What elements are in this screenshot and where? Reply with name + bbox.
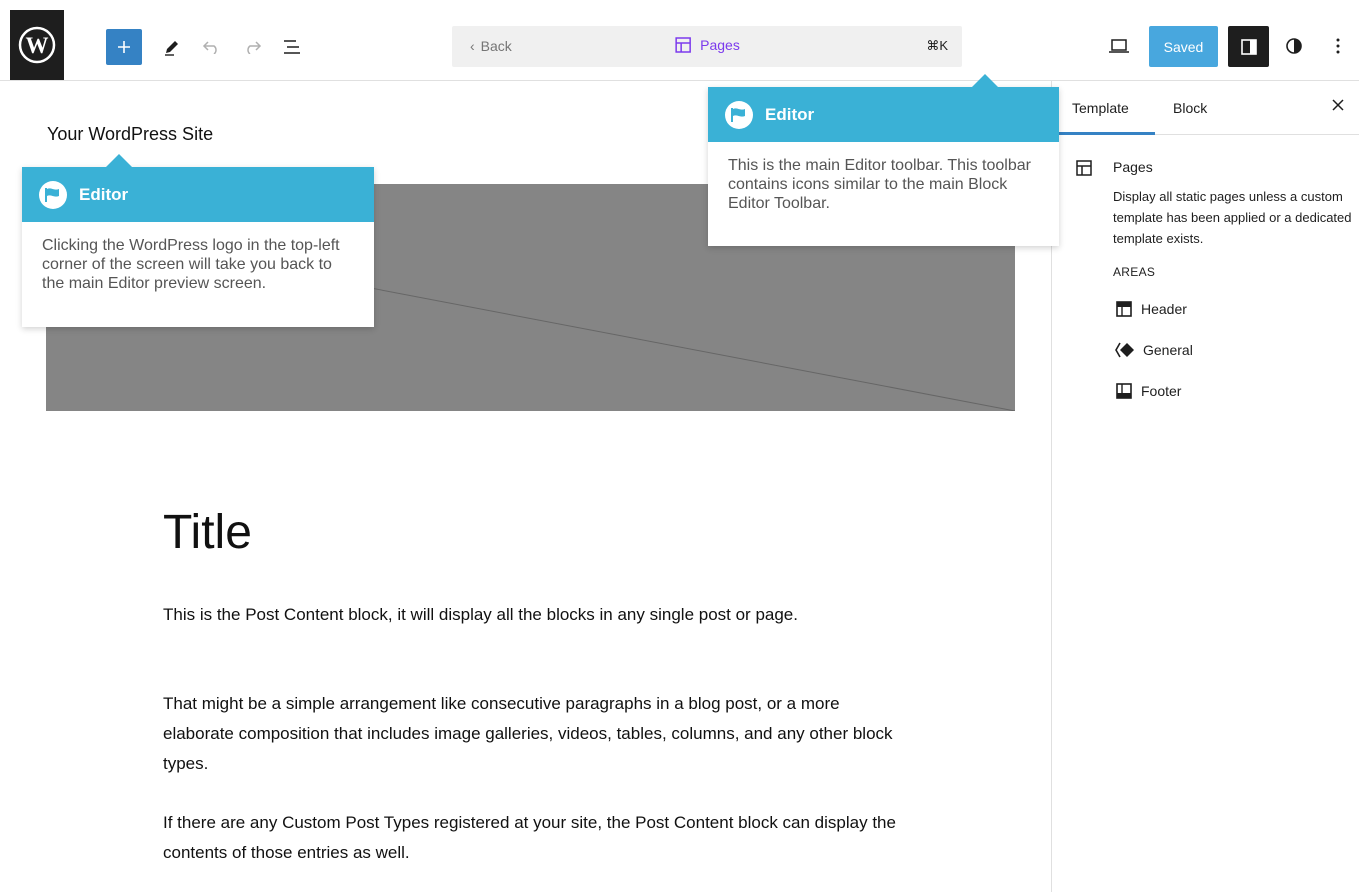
popover-arrow — [106, 154, 132, 167]
saved-button[interactable]: Saved — [1149, 26, 1218, 67]
header-icon — [1116, 301, 1132, 317]
list-view-icon — [284, 40, 300, 54]
device-preview-button[interactable] — [1106, 32, 1132, 60]
template-layout-icon — [1075, 159, 1093, 182]
diamond-icon — [1115, 342, 1134, 358]
popover-body: This is the main Editor toolbar. This to… — [728, 157, 1031, 212]
sidebar-tabs: Template Block — [1052, 81, 1359, 135]
active-tab-indicator — [1052, 132, 1155, 135]
area-label: Header — [1141, 301, 1187, 317]
settings-sidebar: Template Block Pages Display all static … — [1051, 81, 1359, 892]
wordpress-logo-button[interactable]: W — [10, 10, 64, 80]
redo-icon — [247, 41, 262, 54]
editor-toolbar: W ‹ Back Pages ⌘K Saved — [0, 0, 1359, 81]
tour-popover-toolbar: Editor This is the main Editor toolbar. … — [708, 74, 1059, 246]
page-layout-icon — [675, 37, 691, 53]
wordpress-logo-icon: W — [18, 26, 56, 64]
undo-icon — [202, 41, 217, 54]
template-title: Pages — [1113, 159, 1153, 175]
block-inserter-button[interactable] — [106, 29, 142, 65]
laptop-icon — [1109, 39, 1129, 53]
back-link[interactable]: ‹ Back — [470, 38, 512, 54]
command-label: Pages — [700, 37, 740, 53]
pencil-icon — [165, 41, 178, 56]
site-title[interactable]: Your WordPress Site — [47, 124, 213, 145]
area-item-footer[interactable]: Footer — [1115, 382, 1181, 400]
popover-arrow — [972, 74, 998, 87]
flag-icon — [39, 180, 67, 209]
paragraph[interactable]: That might be a simple arrangement like … — [163, 689, 903, 779]
half-circle-icon — [1286, 38, 1302, 54]
tools-button[interactable] — [160, 33, 184, 61]
more-options-button[interactable] — [1326, 32, 1350, 60]
areas-heading: AREAS — [1113, 265, 1156, 279]
more-vertical-icon — [1336, 38, 1340, 54]
area-item-header[interactable]: Header — [1115, 300, 1187, 318]
keyboard-shortcut: ⌘K — [926, 38, 948, 53]
back-label: Back — [480, 38, 512, 54]
styles-button[interactable] — [1282, 32, 1306, 60]
undo-button[interactable] — [200, 33, 224, 61]
svg-text:W: W — [26, 33, 49, 58]
tab-block[interactable]: Block — [1173, 100, 1207, 116]
flag-icon — [725, 100, 753, 129]
paragraph[interactable]: If there are any Custom Post Types regis… — [163, 808, 903, 868]
command-bar[interactable]: ‹ Back Pages ⌘K — [452, 26, 962, 67]
settings-toggle-button[interactable] — [1228, 26, 1269, 67]
popover-title: Editor — [79, 184, 129, 204]
close-sidebar-button[interactable] — [1331, 98, 1347, 116]
area-label: Footer — [1141, 383, 1182, 399]
post-title[interactable]: Title — [163, 505, 252, 560]
paragraph[interactable]: This is the Post Content block, it will … — [163, 600, 903, 630]
list-view-button[interactable] — [280, 33, 304, 61]
tour-popover-logo: Editor Clicking the WordPress logo in th… — [22, 154, 374, 327]
redo-button[interactable] — [240, 33, 264, 61]
tab-template[interactable]: Template — [1072, 100, 1129, 116]
area-item-general[interactable]: General — [1115, 341, 1193, 359]
popover-header: Editor — [22, 167, 374, 222]
area-label: General — [1143, 342, 1193, 358]
command-title[interactable]: Pages — [674, 36, 740, 54]
chevron-left-icon: ‹ — [470, 38, 475, 54]
sidebar-toggle-icon — [1240, 38, 1257, 55]
plus-icon — [118, 41, 130, 53]
popover-title: Editor — [765, 104, 815, 124]
close-icon — [1332, 99, 1344, 111]
footer-icon — [1116, 383, 1132, 399]
popover-header: Editor — [708, 87, 1059, 142]
popover-body: Clicking the WordPress logo in the top-l… — [42, 237, 340, 292]
template-description: Display all static pages unless a custom… — [1113, 189, 1352, 246]
